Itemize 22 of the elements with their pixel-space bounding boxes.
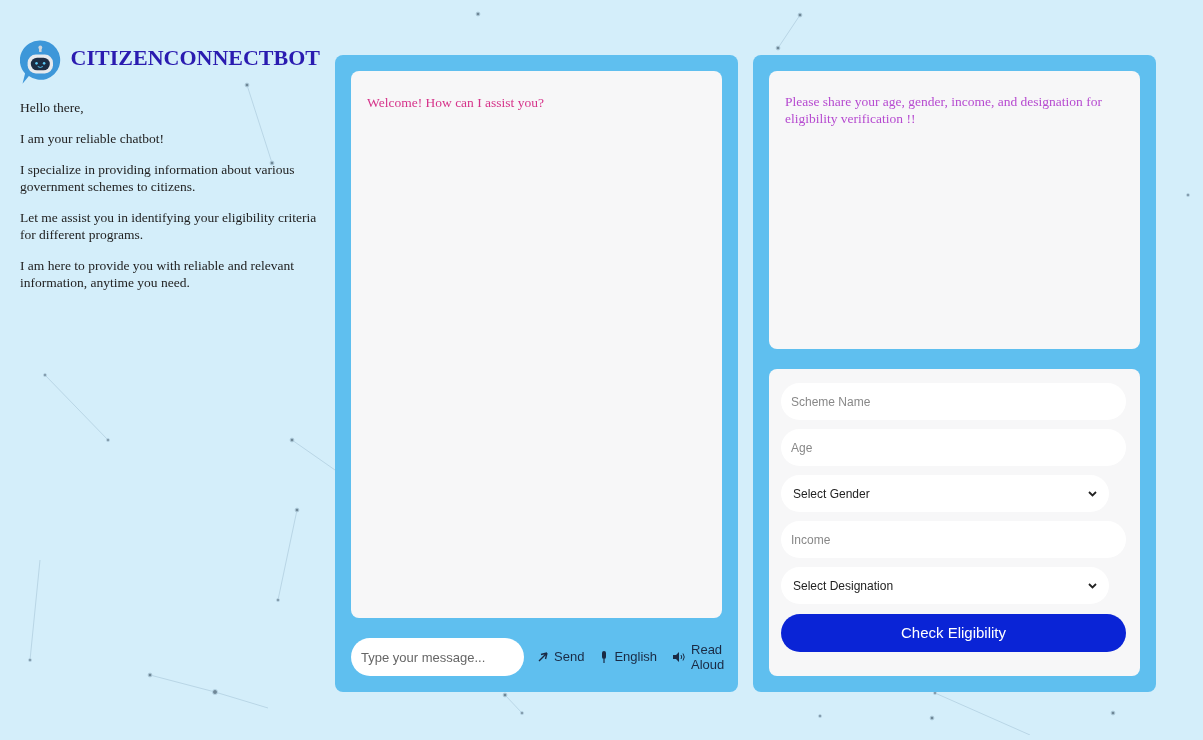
- intro-paragraph: I specialize in providing information about various government schemes to citizens.: [20, 161, 296, 195]
- chevron-down-icon: [1088, 582, 1097, 589]
- app-title: CITIZENCONNECTBOT: [70, 43, 320, 72]
- text-field[interactable]: Income: [781, 521, 1126, 558]
- intro-paragraph: I am here to provide you with reliable and relevant information, anytime you need.: [20, 257, 296, 291]
- dropdown-field[interactable]: Select Gender: [781, 475, 1109, 512]
- send-button[interactable]: Send: [538, 647, 585, 667]
- microphone-icon: [600, 651, 609, 663]
- text-field[interactable]: Age: [781, 429, 1126, 466]
- intro-paragraph: Hello there,: [20, 99, 85, 116]
- send-icon: [538, 652, 548, 662]
- intro-paragraph: Let me assist you in identifying your eligibility criteria for different programs.: [20, 209, 318, 243]
- bot-message: Welcome! How can I assist you?: [367, 94, 545, 112]
- chevron-down-icon: [1088, 490, 1097, 497]
- dropdown-field[interactable]: Select Designation: [781, 567, 1109, 604]
- bot-message: Please share your age, gender, income, and designation for eligibility verification !!: [785, 93, 1103, 127]
- message-input[interactable]: Type your message...: [351, 638, 524, 676]
- speaker-icon: [673, 652, 685, 662]
- intro-paragraph: I am your reliable chatbot!: [20, 130, 165, 147]
- text-field[interactable]: Scheme Name: [781, 383, 1126, 420]
- language-button[interactable]: English: [600, 647, 657, 667]
- check-eligibility-button[interactable]: Check Eligibility: [781, 614, 1126, 652]
